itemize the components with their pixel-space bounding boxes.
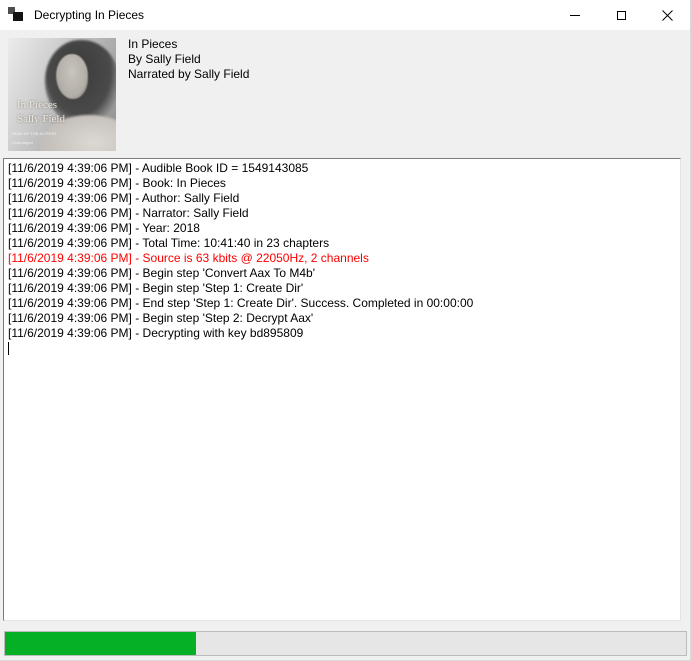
log-line: [11/6/2019 4:39:06 PM] - Begin step 'Con… [8,266,676,281]
book-author: By Sally Field [128,52,249,67]
log-line: [11/6/2019 4:39:06 PM] - Year: 2018 [8,221,676,236]
log-line: [11/6/2019 4:39:06 PM] - End step 'Step … [8,296,676,311]
log-line: [11/6/2019 4:39:06 PM] - Total Time: 10:… [8,236,676,251]
cover-micro-text: READ BY THE AUTHOR Unabridged [12,131,56,145]
cover-author: Sally Field [17,112,65,126]
cover-read-by: READ BY THE AUTHOR [12,131,56,136]
minimize-icon [570,15,580,16]
maximize-button[interactable] [598,0,644,30]
title-bar[interactable]: Decrypting In Pieces [0,0,690,30]
progress-bar [4,631,687,656]
log-line: [11/6/2019 4:39:06 PM] - Narrator: Sally… [8,206,676,221]
cover-title-block: In Pieces Sally Field [17,98,65,126]
cover-title: In Pieces [17,98,65,112]
log-line: [11/6/2019 4:39:06 PM] - Begin step 'Ste… [8,311,676,326]
book-metadata: In Pieces By Sally Field Narrated by Sal… [128,37,249,82]
application-window-icon [8,6,26,24]
log-line: [11/6/2019 4:39:06 PM] - Source is 63 kb… [8,251,676,266]
text-caret [8,342,9,355]
log-line: [11/6/2019 4:39:06 PM] - Begin step 'Ste… [8,281,676,296]
log-line: [11/6/2019 4:39:06 PM] - Book: In Pieces [8,176,676,191]
close-button[interactable] [644,0,690,30]
close-icon [662,10,673,21]
log-textbox[interactable]: [11/6/2019 4:39:06 PM] - Audible Book ID… [3,158,681,621]
app-icon-square-large [13,12,23,21]
book-cover: In Pieces Sally Field READ BY THE AUTHOR… [8,38,116,151]
caption-buttons [552,0,690,30]
maximize-icon [617,11,626,20]
log-line: [11/6/2019 4:39:06 PM] - Audible Book ID… [8,161,676,176]
log-caret-line [8,341,676,356]
window-title: Decrypting In Pieces [34,0,144,30]
minimize-button[interactable] [552,0,598,30]
cover-edition: Unabridged [12,140,56,145]
progress-fill [5,632,196,655]
book-narrator: Narrated by Sally Field [128,67,249,82]
book-title: In Pieces [128,37,249,52]
app-window: Decrypting In Pieces In Pieces Sally Fie… [0,0,691,661]
log-line: [11/6/2019 4:39:06 PM] - Decrypting with… [8,326,676,341]
cover-portrait-face [56,54,88,99]
log-line: [11/6/2019 4:39:06 PM] - Author: Sally F… [8,191,676,206]
